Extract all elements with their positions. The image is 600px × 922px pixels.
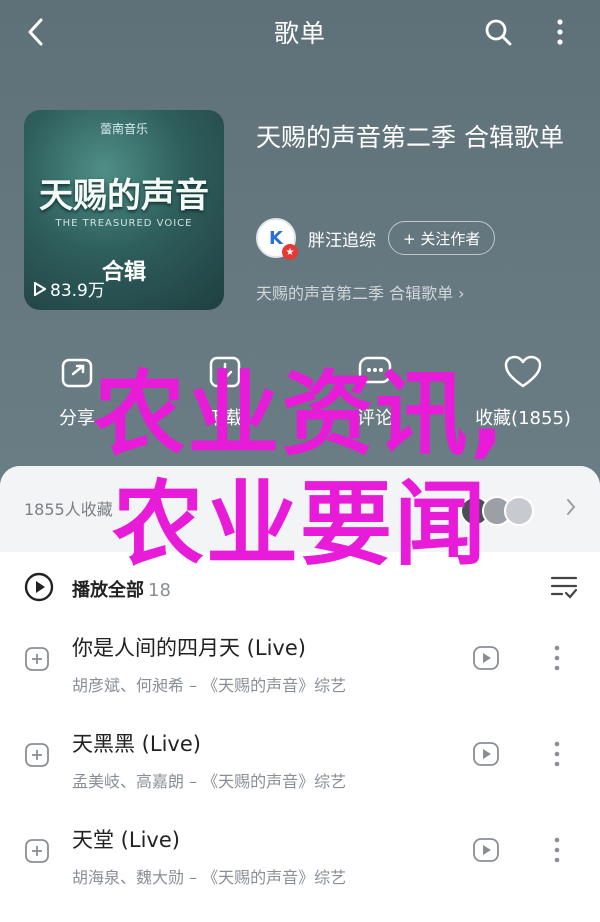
creator-row: K ★ 胖汪追综 + 关注作者 (256, 218, 496, 260)
favorites-text: 1855人收藏 (24, 500, 113, 519)
search-button[interactable] (478, 12, 518, 52)
share-icon (61, 358, 93, 388)
video-play-icon[interactable] (472, 836, 500, 864)
action-bar: 分享 下载 评论 收藏(1855) (0, 350, 600, 440)
cover-title: 天赐的声音 (39, 176, 209, 216)
play-all-row[interactable]: 播放全部 18 (0, 558, 600, 618)
favorites-avatars (460, 496, 534, 526)
comment-label: 评论 (357, 408, 393, 429)
star-badge-icon: ★ (282, 244, 298, 260)
favorites-row[interactable]: 1855人收藏 (0, 466, 600, 552)
song-more-icon[interactable] (552, 836, 562, 864)
creator-name[interactable]: 胖汪追综 (308, 226, 376, 251)
song-artist: 孟美岐、高嘉朗 – 《天赐的声音》综艺 (72, 772, 347, 791)
download-button[interactable]: 下载 (170, 350, 280, 430)
follow-button[interactable]: + 关注作者 (388, 221, 496, 255)
playlist-description[interactable]: 天赐的声音第二季 合辑歌单 › (256, 280, 465, 304)
song-title: 天堂 (Live) (72, 828, 180, 852)
cover-label: 蕾南音乐 (99, 122, 148, 136)
more-vertical-icon (557, 19, 563, 45)
comment-button[interactable]: 评论 (320, 350, 430, 430)
song-title: 你是人间的四月天 (Live) (72, 636, 306, 660)
play-all-text: 播放全部 (72, 580, 144, 601)
play-count: 83.9万 (34, 276, 105, 301)
song-list-panel: 1855人收藏 播放全部 18 你是人间的四月天 (Live) 胡彦斌、何昶希 – (0, 466, 600, 922)
multi-select-list-icon[interactable] (550, 574, 578, 600)
fan-avatar (504, 496, 534, 526)
add-square-icon[interactable] (24, 838, 50, 864)
playlist-cover[interactable]: 蕾南音乐 天赐的声音 THE TREASURED VOICE 合辑 83.9万 (24, 110, 224, 310)
search-icon (485, 19, 512, 46)
play-circle-icon (24, 572, 54, 602)
favorite-label: 收藏(1855) (475, 408, 571, 429)
play-triangle-icon (34, 281, 46, 296)
song-artist: 胡彦斌、何昶希 – 《天赐的声音》综艺 (72, 676, 347, 695)
song-row[interactable]: 天黑黑 (Live) 孟美岐、高嘉朗 – 《天赐的声音》综艺 (0, 714, 600, 810)
more-options-button[interactable] (540, 12, 580, 52)
playlist-title: 天赐的声音第二季 合辑歌单 (256, 123, 564, 152)
share-button[interactable]: 分享 (22, 350, 132, 430)
creator-avatar[interactable]: K ★ (256, 218, 298, 260)
song-row[interactable]: 天堂 (Live) 胡海泉、魏大勋 – 《天赐的声音》综艺 (0, 810, 600, 906)
favorite-button[interactable]: 收藏(1855) (468, 350, 578, 430)
song-more-icon[interactable] (552, 644, 562, 672)
add-square-icon[interactable] (24, 646, 50, 672)
download-label: 下载 (207, 408, 243, 429)
video-play-icon[interactable] (472, 644, 500, 672)
avatar-initial: K (269, 227, 283, 249)
play-all-label: 播放全部 18 (72, 576, 171, 602)
song-row[interactable]: 你是人间的四月天 (Live) 胡彦斌、何昶希 – 《天赐的声音》综艺 (0, 618, 600, 714)
comment-icon (358, 356, 392, 384)
play-count-value: 83.9万 (50, 281, 105, 301)
chevron-right-icon (567, 499, 576, 515)
share-label: 分享 (59, 408, 95, 429)
download-icon (209, 356, 241, 388)
song-artist: 胡海泉、魏大勋 – 《天赐的声音》综艺 (72, 868, 347, 887)
cover-subtitle: THE TREASURED VOICE (55, 218, 193, 229)
song-more-icon[interactable] (552, 740, 562, 768)
song-count: 18 (148, 580, 171, 601)
song-title: 天黑黑 (Live) (72, 732, 201, 756)
add-square-icon[interactable] (24, 742, 50, 768)
top-bar: 歌单 (0, 0, 600, 62)
heart-icon (504, 355, 542, 388)
video-play-icon[interactable] (472, 740, 500, 768)
